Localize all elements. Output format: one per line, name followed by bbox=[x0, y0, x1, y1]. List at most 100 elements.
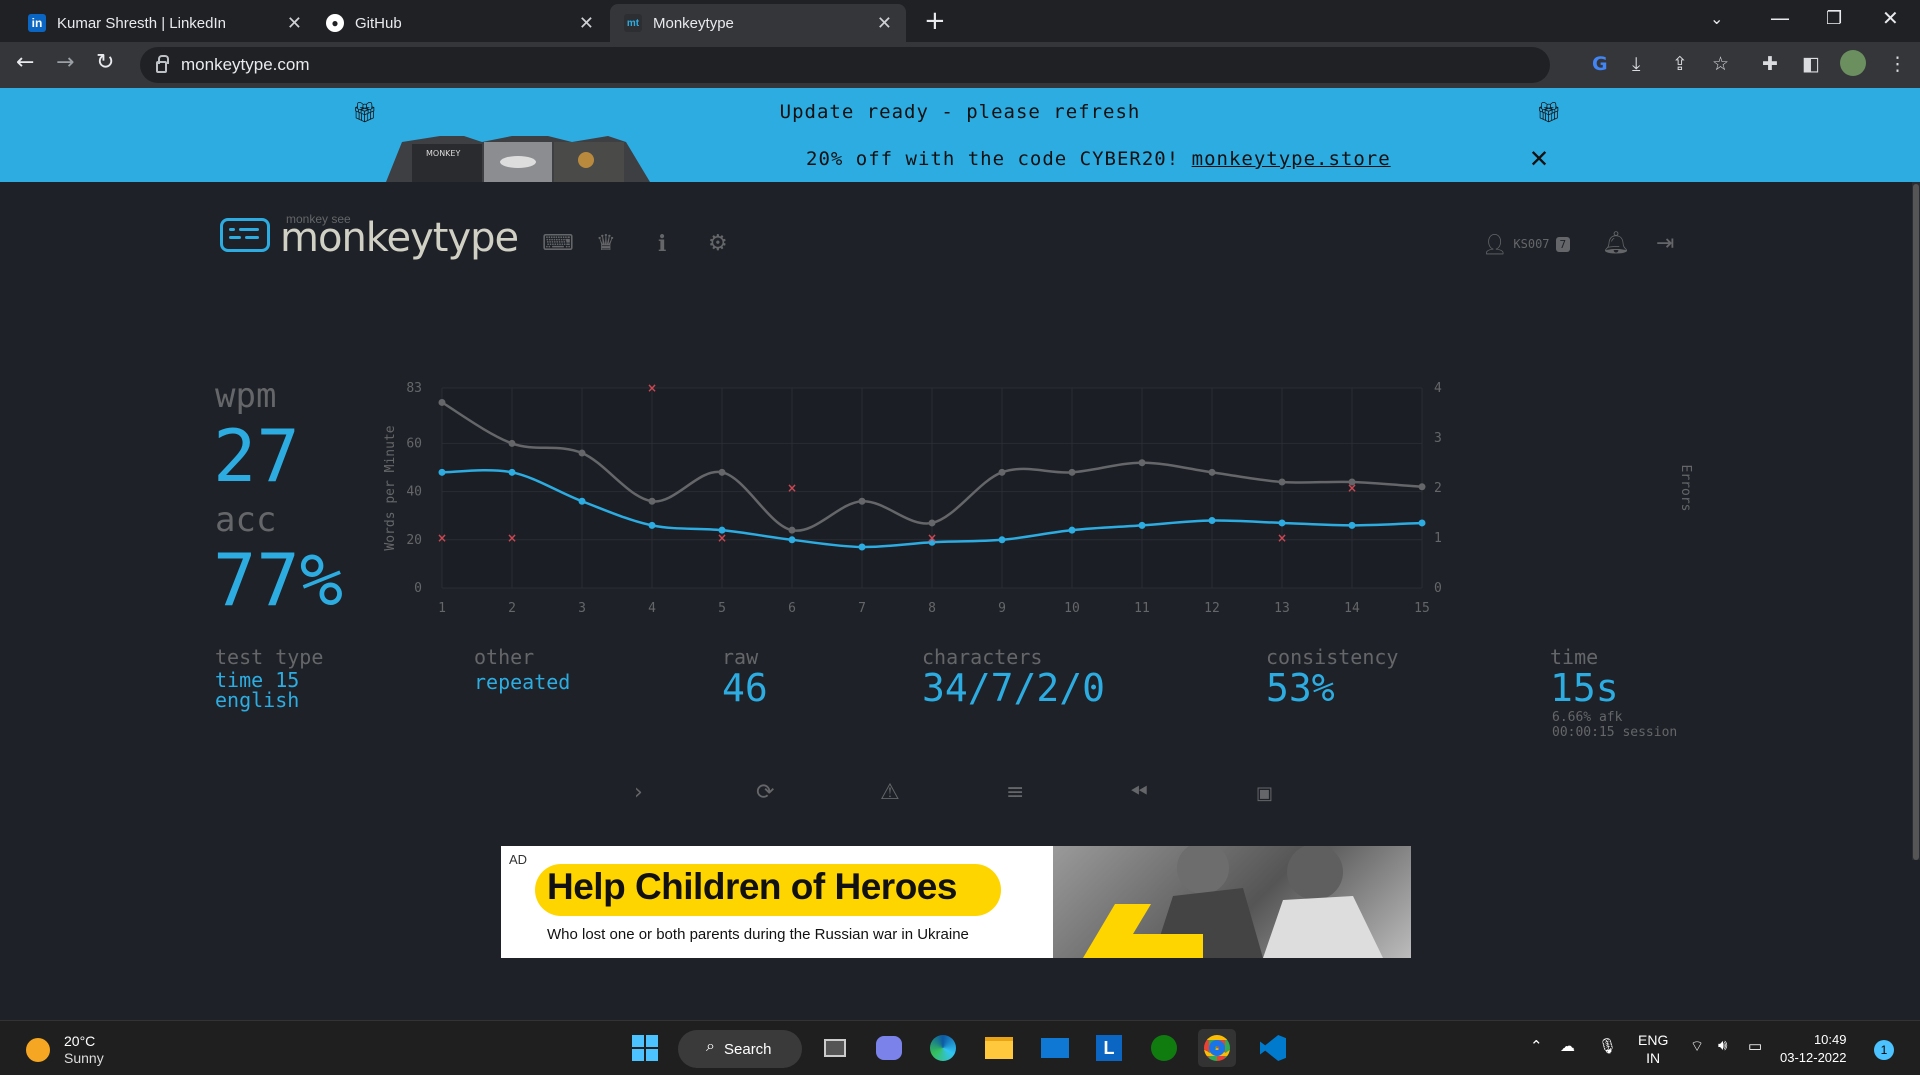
x-tick-label: 9 bbox=[998, 601, 1006, 616]
wpm-point bbox=[1138, 521, 1146, 529]
vscode-icon[interactable] bbox=[1254, 1029, 1292, 1067]
task-view-icon[interactable] bbox=[816, 1029, 854, 1067]
install-icon[interactable]: ⤓ bbox=[1632, 53, 1640, 75]
taskbar-search[interactable]: ⌕ Search bbox=[678, 1030, 802, 1068]
raw-point bbox=[508, 439, 516, 447]
x-tick-label: 10 bbox=[1064, 601, 1080, 616]
y2-tick-label: 3 bbox=[1434, 431, 1442, 446]
gift-icon: 🎁︎ bbox=[1536, 100, 1562, 124]
svg-text:MONKEY: MONKEY bbox=[426, 149, 460, 158]
close-icon[interactable]: ✕ bbox=[877, 13, 892, 34]
window-close-icon[interactable]: ✕ bbox=[1882, 6, 1899, 30]
y2-tick-label: 4 bbox=[1434, 381, 1442, 396]
bell-icon[interactable]: 🔔︎ bbox=[1602, 231, 1630, 256]
wpm-point bbox=[1278, 519, 1286, 527]
acc-label: acc bbox=[215, 500, 277, 540]
tray-chevron-up-icon[interactable]: ⌃ bbox=[1530, 1037, 1543, 1055]
crown-icon[interactable]: ♛ bbox=[596, 231, 616, 256]
tab-search-chevron-icon[interactable]: ⌄ bbox=[1710, 9, 1723, 28]
chrome-icon[interactable] bbox=[1198, 1029, 1236, 1067]
chrome-menu-icon[interactable]: ⋮ bbox=[1888, 53, 1907, 75]
info-icon[interactable]: i bbox=[658, 231, 666, 257]
x-tick-label: 4 bbox=[648, 601, 656, 616]
restart-icon[interactable]: ⟳ bbox=[756, 780, 774, 805]
words-history-icon[interactable]: ≡ bbox=[1006, 780, 1024, 805]
raw-point bbox=[648, 497, 656, 505]
close-icon[interactable]: ✕ bbox=[579, 13, 594, 34]
keyboard-icon[interactable]: ⌨ bbox=[542, 231, 574, 256]
y2-tick-label: 1 bbox=[1434, 531, 1442, 546]
error-marker: × bbox=[717, 531, 727, 545]
linkedin-learning-icon[interactable]: L bbox=[1090, 1029, 1128, 1067]
save-screenshot-icon[interactable]: ▣ bbox=[1256, 783, 1273, 804]
forward-arrow-icon[interactable]: → bbox=[56, 50, 74, 75]
minimize-icon[interactable]: — bbox=[1770, 6, 1790, 30]
afk-value: 6.66% afk bbox=[1552, 710, 1623, 725]
raw-point bbox=[788, 526, 796, 534]
side-panel-icon[interactable]: ◧ bbox=[1802, 53, 1820, 75]
edge-icon[interactable] bbox=[924, 1029, 962, 1067]
tab-github[interactable]: ● GitHub ✕ bbox=[312, 4, 608, 42]
mail-icon[interactable] bbox=[1036, 1029, 1074, 1067]
next-test-chevron-icon[interactable]: › bbox=[634, 780, 643, 805]
teams-chat-icon[interactable] bbox=[870, 1029, 908, 1067]
extensions-puzzle-icon[interactable]: ✚ bbox=[1762, 53, 1778, 75]
user-icon: 👤︎ bbox=[1482, 232, 1508, 256]
google-lens-icon[interactable]: G bbox=[1592, 53, 1608, 75]
wpm-point bbox=[1348, 521, 1356, 529]
volume-icon[interactable]: 🔊︎ bbox=[1718, 1037, 1727, 1054]
close-banner-icon[interactable]: ✕ bbox=[1530, 140, 1548, 175]
y2-axis-title: Errors bbox=[1678, 465, 1693, 512]
replay-rewind-icon[interactable]: ⏪︎ bbox=[1130, 780, 1148, 805]
back-arrow-icon[interactable]: ← bbox=[16, 50, 34, 75]
store-link[interactable]: monkeytype.store bbox=[1192, 148, 1391, 170]
gear-icon[interactable]: ⚙ bbox=[708, 231, 728, 256]
test-type-mode[interactable]: time 15 bbox=[215, 670, 299, 690]
sign-out-icon[interactable]: ⇥ bbox=[1656, 231, 1674, 256]
x-tick-label: 12 bbox=[1204, 601, 1220, 616]
time: 10:49 bbox=[1813, 1032, 1847, 1047]
page-scrollbar[interactable] bbox=[1912, 182, 1920, 860]
language-indicator[interactable]: ENG IN bbox=[1638, 1031, 1668, 1067]
file-explorer-icon[interactable] bbox=[980, 1029, 1018, 1067]
close-icon[interactable]: ✕ bbox=[287, 13, 302, 34]
raw-point bbox=[718, 468, 726, 476]
profile-avatar[interactable] bbox=[1840, 50, 1866, 76]
raw-point bbox=[1278, 478, 1286, 486]
account-button[interactable]: 👤︎ KS007 7 bbox=[1482, 232, 1571, 256]
battery-icon[interactable]: ▭ bbox=[1748, 1037, 1762, 1055]
raw-point bbox=[998, 468, 1006, 476]
clock[interactable]: 10:49 03-12-2022 bbox=[1780, 1031, 1847, 1067]
y-tick-label: 0 bbox=[414, 581, 422, 596]
update-notice[interactable]: Update ready - please refresh bbox=[0, 101, 1920, 123]
notification-badge[interactable]: 1 bbox=[1874, 1040, 1894, 1060]
raw-point bbox=[1418, 483, 1426, 491]
promo-text: 20% off with the code CYBER20! monkeytyp… bbox=[806, 148, 1391, 170]
raw-point bbox=[1208, 468, 1216, 476]
reload-icon[interactable]: ↻ bbox=[96, 50, 114, 75]
restore-icon[interactable]: ❐ bbox=[1826, 8, 1842, 29]
new-tab-icon[interactable]: + bbox=[924, 6, 946, 36]
xbox-icon[interactable] bbox=[1145, 1029, 1183, 1067]
wifi-icon[interactable]: ⌔ bbox=[1690, 1037, 1704, 1056]
monkeytype-logo[interactable]: monkey see monkeytype bbox=[220, 212, 519, 258]
logo-subtitle: monkey see bbox=[286, 212, 351, 226]
bookmark-star-icon[interactable]: ☆ bbox=[1712, 53, 1729, 75]
weather-widget[interactable]: 20°C Sunny bbox=[26, 1033, 104, 1067]
advertisement[interactable]: AD Help Children of Heroes Who lost one … bbox=[501, 846, 1411, 958]
sun-icon bbox=[26, 1038, 50, 1062]
x-tick-label: 1 bbox=[438, 601, 446, 616]
warning-icon[interactable]: ⚠ bbox=[880, 780, 900, 805]
share-icon[interactable]: ⇪ bbox=[1672, 53, 1688, 75]
address-bar[interactable]: monkeytype.com bbox=[140, 47, 1550, 83]
windows-start-icon[interactable] bbox=[626, 1029, 664, 1067]
tab-title: GitHub bbox=[355, 14, 402, 32]
scrollbar-thumb[interactable] bbox=[1913, 184, 1919, 860]
session-value: 00:00:15 session bbox=[1552, 725, 1678, 740]
tab-monkeytype[interactable]: mt Monkeytype ✕ bbox=[610, 4, 906, 42]
wpm-point bbox=[1208, 517, 1216, 525]
language: ENG bbox=[1638, 1032, 1669, 1048]
onedrive-cloud-icon[interactable]: ☁ bbox=[1560, 1037, 1575, 1055]
microphone-icon[interactable]: 🎙︎ bbox=[1598, 1037, 1617, 1055]
tab-linkedin[interactable]: in Kumar Shresth | LinkedIn ✕ bbox=[14, 4, 316, 42]
